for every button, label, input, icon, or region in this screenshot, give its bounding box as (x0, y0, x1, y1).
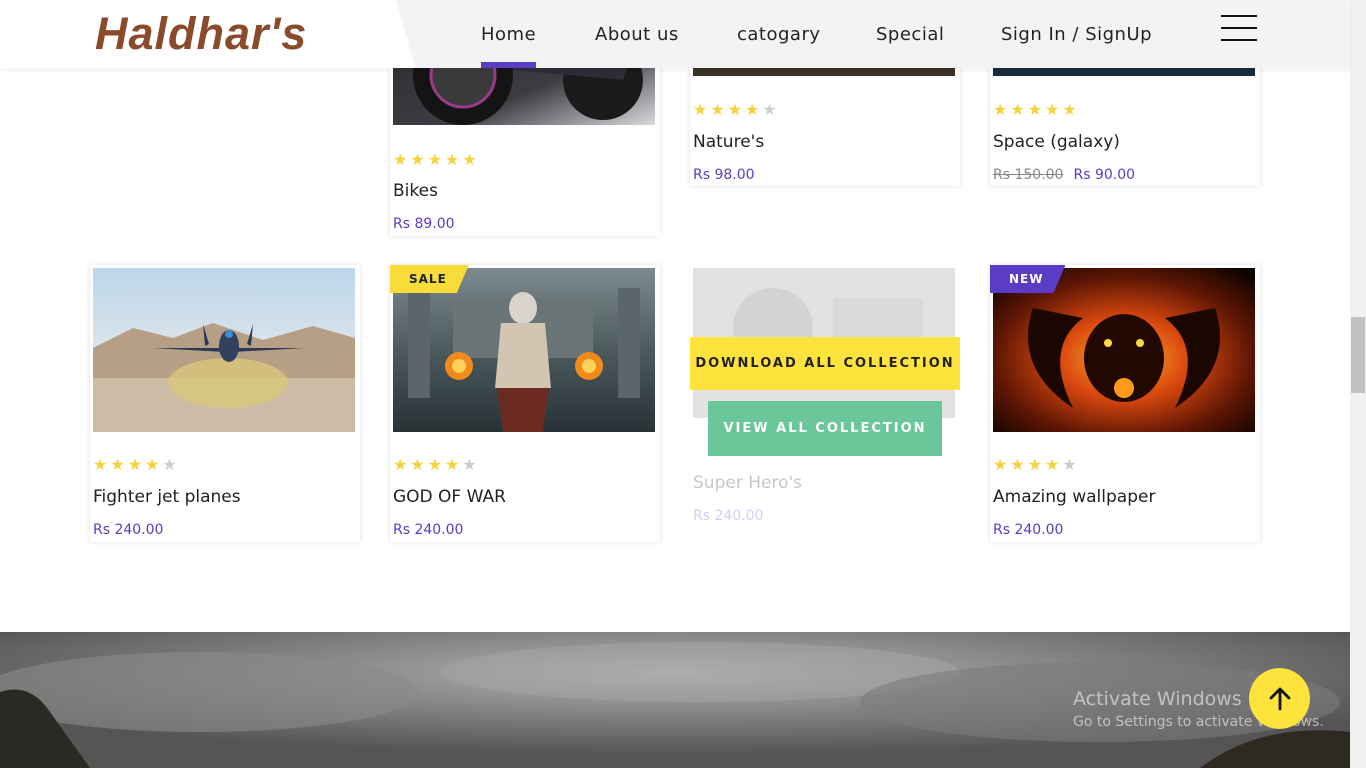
star-icon: ★ (162, 457, 177, 474)
star-icon: ★ (462, 457, 477, 474)
download-all-collection-button[interactable]: DOWNLOAD ALL COLLECTION (690, 337, 960, 390)
star-icon: ★ (745, 102, 760, 119)
product-price: Rs 150.00 Rs 90.00 (993, 167, 1135, 183)
star-icon: ★ (1027, 102, 1043, 119)
rating-stars: ★ ★ ★ ★ ★ (393, 153, 477, 169)
star-icon: ★ (445, 152, 460, 169)
star-icon: ★ (1045, 457, 1060, 474)
product-card-super-heros[interactable]: Super Hero's Rs 240.00 (690, 265, 960, 527)
star-icon: ★ (1062, 457, 1077, 474)
nav-sign-in[interactable]: Sign In / SignUp (1001, 24, 1152, 45)
star-icon: ★ (1062, 102, 1077, 119)
product-price: Rs 240.00 (693, 508, 764, 524)
star-icon: ★ (410, 152, 425, 169)
star-icon: ★ (445, 457, 460, 474)
product-price: Rs 240.00 (93, 522, 164, 538)
product-title[interactable]: Nature's (693, 132, 764, 152)
rating-stars: ★ ★ ★ ★ ★ (993, 103, 1077, 119)
new-badge: NEW (990, 265, 1065, 293)
scroll-to-top-button[interactable] (1249, 668, 1310, 729)
rating-stars: ★ ★ ★ ★ ★ (993, 458, 1077, 474)
star-icon: ★ (693, 102, 708, 119)
star-icon: ★ (710, 102, 725, 119)
star-icon: ★ (393, 457, 408, 474)
product-title[interactable]: Bikes (393, 181, 438, 201)
product-sale-price: Rs 90.00 (1073, 167, 1136, 183)
nav-category[interactable]: catogary (737, 24, 821, 45)
product-image-fighter-jet[interactable] (93, 268, 355, 432)
star-icon: ★ (1010, 457, 1025, 474)
product-old-price: Rs 150.00 (993, 167, 1064, 183)
product-price: Rs 98.00 (693, 167, 755, 183)
product-card-amazing-wallpaper[interactable]: NEW ★ ★ ★ ★ ★ Amazing wallpaper Rs 240.00 (990, 265, 1260, 542)
star-icon: ★ (410, 457, 425, 474)
nav-about-us[interactable]: About us (595, 24, 679, 45)
star-icon: ★ (427, 152, 443, 169)
star-icon: ★ (110, 457, 125, 474)
product-card-fighter-jet[interactable]: ★ ★ ★ ★ ★ Fighter jet planes Rs 240.00 (90, 265, 360, 542)
arrow-up-icon (1269, 687, 1290, 710)
rating-stars: ★ ★ ★ ★ ★ (93, 458, 177, 474)
product-card-god-of-war[interactable]: SALE ★ ★ ★ ★ ★ GOD OF WAR Rs 240.00 (390, 265, 660, 542)
product-price: Rs 89.00 (393, 216, 455, 232)
star-icon: ★ (762, 102, 777, 119)
star-icon: ★ (427, 457, 443, 474)
site-header: Haldhar's Home About us catogary Special… (0, 0, 1350, 68)
sale-badge: SALE (390, 265, 469, 293)
star-icon: ★ (145, 457, 160, 474)
scrollbar-thumb[interactable] (1351, 317, 1365, 393)
star-icon: ★ (993, 457, 1008, 474)
star-icon: ★ (1010, 102, 1025, 119)
star-icon: ★ (993, 102, 1008, 119)
star-icon: ★ (93, 457, 108, 474)
star-icon: ★ (1045, 102, 1060, 119)
view-all-collection-button[interactable]: VIEW ALL COLLECTION (708, 401, 942, 456)
star-icon: ★ (1027, 457, 1043, 474)
star-icon: ★ (727, 102, 743, 119)
nav-home[interactable]: Home (481, 24, 537, 68)
rating-stars: ★ ★ ★ ★ ★ (693, 103, 777, 119)
logo-area: Haldhar's (0, 0, 415, 68)
rating-stars: ★ ★ ★ ★ ★ (393, 458, 477, 474)
hamburger-icon[interactable] (1221, 15, 1257, 41)
product-price: Rs 240.00 (393, 522, 464, 538)
site-logo[interactable]: Haldhar's (95, 10, 307, 58)
nav-special[interactable]: Special (876, 24, 944, 45)
product-price: Rs 240.00 (993, 522, 1064, 538)
product-title[interactable]: Super Hero's (693, 473, 802, 493)
product-title[interactable]: Space (galaxy) (993, 132, 1120, 152)
star-icon: ★ (393, 152, 408, 169)
product-title[interactable]: Amazing wallpaper (993, 487, 1155, 507)
product-title[interactable]: GOD OF WAR (393, 487, 506, 507)
star-icon: ★ (462, 152, 477, 169)
star-icon: ★ (127, 457, 143, 474)
product-title[interactable]: Fighter jet planes (93, 487, 241, 507)
